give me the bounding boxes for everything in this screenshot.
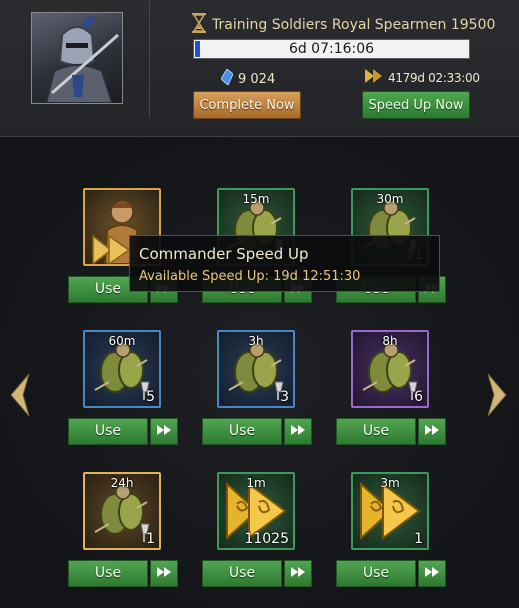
fast-forward-icon[interactable]	[418, 560, 446, 587]
fast-forward-icon[interactable]	[150, 418, 178, 445]
item-duration: 3m	[380, 476, 400, 490]
gem-icon	[220, 68, 234, 89]
item-actions: Use	[336, 560, 446, 587]
use-button[interactable]: Use	[202, 418, 282, 445]
item-count: 11025	[244, 531, 289, 547]
use-button[interactable]: Use	[336, 560, 416, 587]
item-duration: 3h	[248, 334, 264, 348]
item-count: 3	[280, 389, 289, 405]
item-actions: Use	[68, 560, 178, 587]
hourglass-icon	[192, 13, 206, 37]
fast-forward-icon[interactable]	[284, 418, 312, 445]
gem-count: 9 024	[238, 71, 276, 87]
speedup-total: 4179d 02:33:00	[388, 70, 480, 85]
remaining-time: 6d 07:16:06	[288, 41, 375, 57]
speedup-arrows-icon[interactable]: 1m 11025	[217, 472, 295, 550]
tooltip-available: Available Speed Up: 19d 12:51:30	[139, 269, 361, 284]
use-button[interactable]: Use	[336, 418, 416, 445]
speedup-arrows-icon	[365, 69, 383, 86]
chevron-right-icon[interactable]	[484, 372, 510, 418]
item-actions: Use	[202, 560, 312, 587]
use-button[interactable]: Use	[68, 418, 148, 445]
soldier-speedup-icon[interactable]: 3h 3	[217, 330, 295, 408]
soldier-speedup-icon[interactable]: 8h 6	[351, 330, 429, 408]
item-count: 1	[414, 531, 423, 547]
use-button[interactable]: Use	[68, 560, 148, 587]
item-count: 5	[146, 389, 155, 405]
fast-forward-icon[interactable]	[418, 418, 446, 445]
item-duration: 24h	[110, 476, 134, 490]
use-button[interactable]: Use	[202, 560, 282, 587]
item-actions: Use	[202, 418, 312, 445]
soldier-speedup-icon[interactable]: 24h 1	[83, 472, 161, 550]
item-duration: 30m	[376, 192, 404, 206]
gem-balance: 9 024	[220, 68, 276, 89]
soldier-speedup-icon[interactable]: 60m 5	[83, 330, 161, 408]
training-title-row: Training Soldiers Royal Spearmen 19500	[192, 13, 496, 37]
item-duration: 15m	[242, 192, 270, 206]
item-actions: Use	[336, 418, 446, 445]
item-duration: 60m	[108, 334, 136, 348]
item-count: 6	[414, 389, 423, 405]
item-count: 1	[146, 531, 155, 547]
training-header: Training Soldiers Royal Spearmen 19500 6…	[0, 0, 519, 137]
complete-now-button[interactable]: Complete Now	[193, 91, 301, 119]
speedup-tooltip: Commander Speed Up Available Speed Up: 1…	[129, 235, 440, 292]
item-duration: 1m	[246, 476, 266, 490]
speedup-arrows-icon[interactable]: 3m 1	[351, 472, 429, 550]
tooltip-title: Commander Speed Up	[139, 245, 309, 263]
chevron-left-icon[interactable]	[7, 372, 33, 418]
commander-portrait	[31, 12, 123, 104]
fast-forward-icon[interactable]	[284, 560, 312, 587]
header-divider	[149, 0, 150, 118]
speedup-balance: 4179d 02:33:00	[365, 69, 480, 86]
item-duration: 8h	[382, 334, 398, 348]
training-title: Training Soldiers Royal Spearmen 19500	[212, 17, 496, 33]
training-progress-bar: 6d 07:16:06	[193, 39, 470, 59]
fast-forward-icon[interactable]	[150, 560, 178, 587]
item-actions: Use	[68, 418, 178, 445]
speed-up-now-button[interactable]: Speed Up Now	[362, 91, 470, 119]
